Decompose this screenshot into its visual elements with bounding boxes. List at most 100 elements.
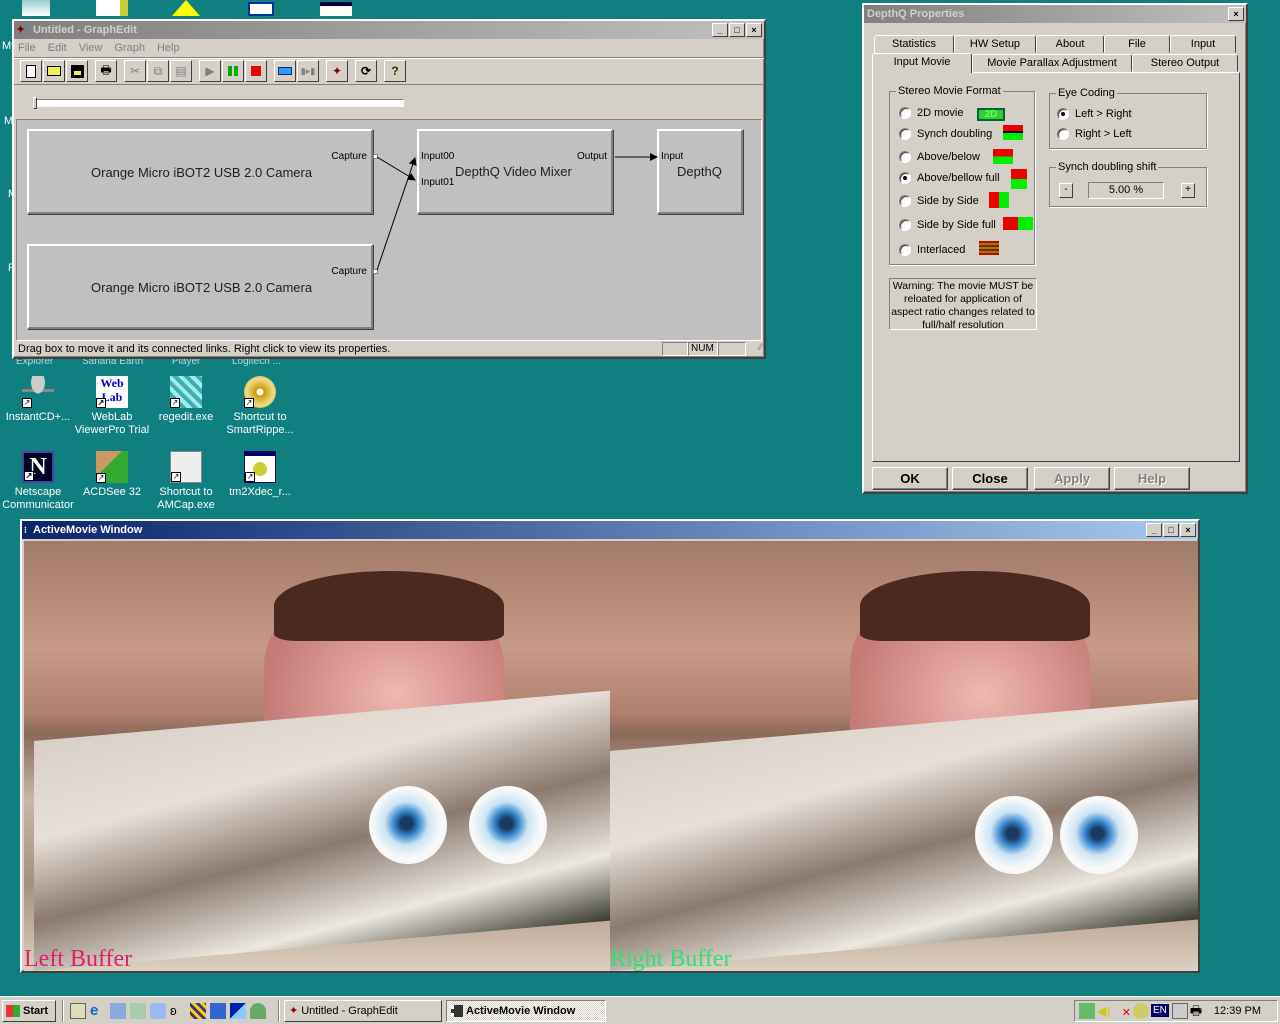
apply-button[interactable]: Apply — [1034, 467, 1110, 490]
desktop-icon-weblab[interactable]: Web Lab ↗ WebLab ViewerPro Trial — [74, 376, 150, 437]
radio-interlaced[interactable]: Interlaced — [899, 244, 965, 256]
radio-button[interactable] — [1057, 128, 1069, 140]
close-button[interactable]: × — [746, 23, 762, 37]
key-icon[interactable] — [1133, 1002, 1149, 1019]
network-icon[interactable] — [130, 1002, 146, 1019]
ok-button[interactable]: OK — [872, 467, 948, 490]
desktop-icon-instantcd[interactable]: ↗ InstantCD+... — [0, 376, 76, 424]
menu-help[interactable]: Help — [157, 42, 180, 54]
pin-capture[interactable]: Capture — [331, 266, 367, 277]
seek-icon[interactable] — [274, 60, 296, 82]
refresh-icon[interactable]: ⟳ — [355, 60, 377, 82]
copy-icon[interactable]: ⧉ — [147, 60, 169, 82]
close-button[interactable]: × — [1180, 523, 1196, 537]
paste-icon[interactable]: ▤ — [170, 60, 192, 82]
stop-icon[interactable] — [245, 60, 267, 82]
desktop-icon-partial[interactable] — [96, 0, 128, 16]
tab-stereo-output[interactable]: Stereo Output — [1132, 54, 1238, 72]
radio-above-below[interactable]: Above/below — [899, 151, 980, 163]
tab-file[interactable]: File — [1104, 35, 1170, 53]
desktop-icon-amcap[interactable]: ↗ Shortcut to AMCap.exe — [148, 451, 224, 512]
media-icon[interactable] — [150, 1002, 166, 1019]
pin-capture[interactable]: Capture — [331, 151, 367, 162]
desktop-icon-partial[interactable] — [172, 0, 200, 16]
tab-hw-setup[interactable]: HW Setup — [954, 35, 1036, 53]
pin-connector[interactable] — [373, 154, 378, 159]
new-file-icon[interactable] — [20, 60, 42, 82]
maximize-button[interactable]: □ — [729, 23, 745, 37]
cut-icon[interactable]: ✂ — [124, 60, 146, 82]
dialog-titlebar[interactable]: DepthQ Properties × — [864, 5, 1246, 23]
radio-above-bellow-full[interactable]: Above/bellow full — [899, 172, 1000, 184]
tab-input-movie[interactable]: Input Movie — [872, 53, 972, 73]
tab-statistics[interactable]: Statistics — [874, 35, 954, 53]
filter-camera-2[interactable]: Orange Micro iBOT2 USB 2.0 Camera Captur… — [27, 244, 373, 329]
usb-device-icon[interactable] — [1079, 1002, 1095, 1019]
radio-side-by-side[interactable]: Side by Side — [899, 195, 979, 207]
radio-button[interactable] — [899, 151, 911, 163]
desktop-icon-partial[interactable] — [248, 2, 274, 16]
pin-input01[interactable]: Input01 — [421, 177, 454, 188]
graphedit-logo-icon[interactable]: ✦ — [326, 60, 348, 82]
increment-button[interactable]: + — [1181, 183, 1195, 198]
desktop-icon-acdsee[interactable]: ↗ ACDSee 32 — [74, 451, 150, 499]
internet-explorer-icon[interactable]: e — [90, 1002, 106, 1019]
resize-grip[interactable]: ⁄⁄ — [746, 342, 762, 356]
open-file-icon[interactable] — [43, 60, 65, 82]
close-button[interactable]: × — [1228, 7, 1244, 21]
app1-icon[interactable] — [190, 1002, 206, 1019]
scheduler-icon[interactable] — [1171, 1002, 1188, 1019]
desktop-icon-tm2xdec[interactable]: ↗ tm2Xdec_r... — [222, 451, 298, 499]
menu-graph[interactable]: Graph — [114, 42, 145, 54]
radio-side-by-side-full[interactable]: Side by Side full — [899, 219, 996, 231]
pin-input[interactable]: Input — [661, 151, 683, 162]
help-icon[interactable]: ? — [384, 60, 406, 82]
pause-icon[interactable] — [222, 60, 244, 82]
printer-icon[interactable]: 🖶 — [1190, 1003, 1206, 1019]
desktop-icon-regedit[interactable]: ↗ regedit.exe — [148, 376, 224, 424]
network-disconnected-icon[interactable]: ✕ — [1115, 1003, 1131, 1019]
graph-canvas[interactable]: Orange Micro iBOT2 USB 2.0 Camera Captur… — [16, 119, 762, 341]
radio-button-selected[interactable] — [1057, 108, 1069, 120]
pin-connector[interactable] — [373, 269, 378, 274]
seek-bar[interactable] — [34, 99, 404, 107]
radio-right-left[interactable]: Right > Left — [1057, 128, 1132, 140]
pin-input00[interactable]: Input00 — [421, 151, 454, 162]
radio-button[interactable] — [899, 107, 911, 119]
show-desktop-icon[interactable] — [70, 1002, 86, 1019]
tab-input[interactable]: Input — [1170, 35, 1236, 53]
minimize-button[interactable]: _ — [712, 23, 728, 37]
activemovie-titlebar[interactable]: ⁝ ActiveMovie Window _ □ × — [22, 521, 1198, 539]
radio-button[interactable] — [899, 219, 911, 231]
play-icon[interactable]: ▶ — [199, 60, 221, 82]
graphedit-titlebar[interactable]: ✦ Untitled - GraphEdit _ □ × — [14, 21, 764, 39]
desktop-icon-smartripper[interactable]: ↗ Shortcut to SmartRippe... — [222, 376, 298, 437]
app3-icon[interactable] — [230, 1002, 246, 1019]
maximize-button[interactable]: □ — [1163, 523, 1179, 537]
tab-about[interactable]: About — [1036, 35, 1104, 53]
volume-icon[interactable]: ◀) — [1097, 1003, 1113, 1019]
radio-synch-doubling[interactable]: Synch doubling — [899, 128, 992, 140]
minimize-button[interactable]: _ — [1146, 523, 1162, 537]
shift-value-field[interactable]: 5.00 % — [1088, 182, 1164, 199]
filter-depthq-video-mixer[interactable]: Input00 Input01 DepthQ Video Mixer Outpu… — [417, 129, 613, 214]
desktop-icon-partial[interactable] — [22, 0, 50, 16]
close-dialog-button[interactable]: Close — [952, 467, 1028, 490]
save-file-icon[interactable] — [66, 60, 88, 82]
frame-step-icon[interactable]: ▮▸▮ — [297, 60, 319, 82]
help-button[interactable]: Help — [1114, 467, 1190, 490]
outlook-icon[interactable] — [110, 1002, 126, 1019]
radio-button[interactable] — [899, 244, 911, 256]
radio-button-selected[interactable] — [899, 172, 911, 184]
menu-edit[interactable]: Edit — [48, 42, 67, 54]
task-graphedit[interactable]: ✦ Untitled - GraphEdit — [284, 999, 442, 1022]
task-activemovie[interactable]: ActiveMovie Window — [446, 999, 606, 1022]
seek-thumb[interactable] — [33, 97, 37, 109]
decrement-button[interactable]: - — [1059, 183, 1073, 198]
window-menu-icon[interactable]: ⁝ — [24, 525, 30, 536]
app4-icon[interactable] — [250, 1002, 266, 1019]
pin-output[interactable]: Output — [577, 151, 607, 162]
filter-depthq[interactable]: Input DepthQ — [657, 129, 743, 214]
messenger-icon[interactable]: ʚ — [170, 1003, 186, 1019]
radio-button[interactable] — [899, 195, 911, 207]
